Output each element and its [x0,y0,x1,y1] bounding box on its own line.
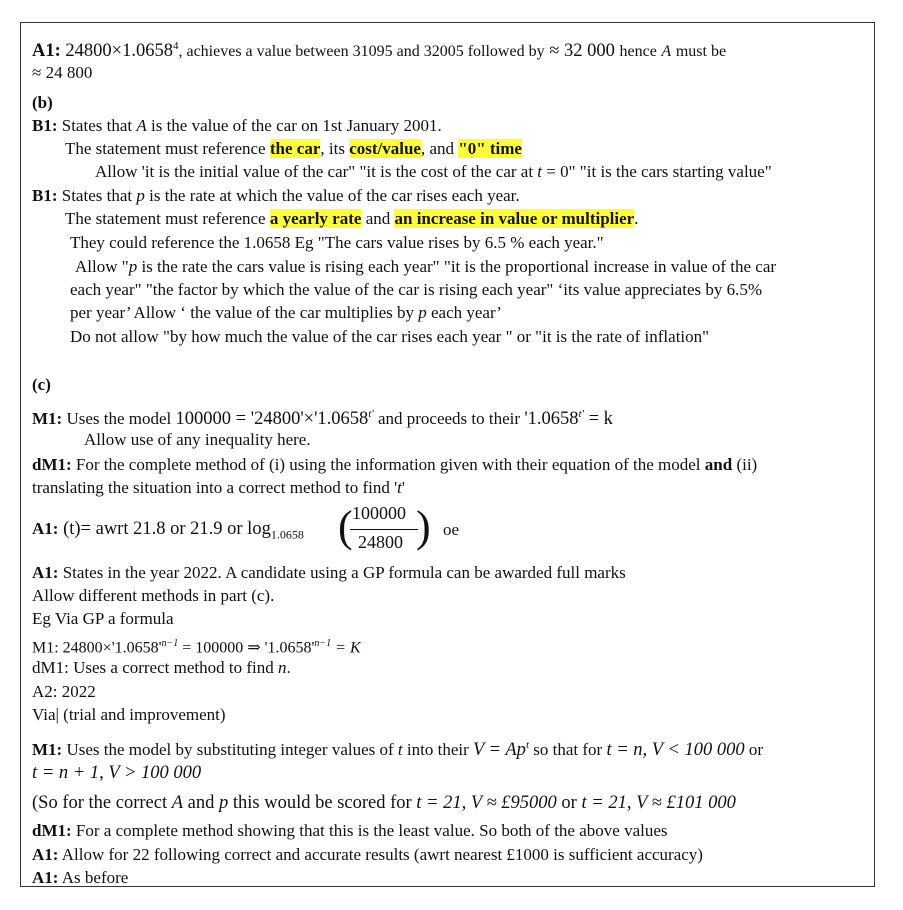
c-a1-answer: A1: (t)= awrt 21.8 or 21.9 or log1.0658 [32,519,304,542]
c-m1-model: M1: Uses the model 100000 = '24800'×'1.0… [32,408,613,430]
b-b1-states-p: B1: States that p is the rate at which t… [32,186,520,205]
c-trial-a1-before: A1: As before [32,868,129,887]
b-allow-1: Allow 'it is the initial value of the ca… [95,162,772,181]
c-dm1-line-1: dM1: For the complete method of (i) usin… [32,455,758,474]
a1-line-2: ≈ 24 800 [32,63,93,82]
fraction-numerator: 100000 [352,503,406,523]
highlight-cost-value: cost/value [349,139,421,158]
c-trial-a1: A1: Allow for 22 following correct and a… [32,845,703,864]
b-reference-1: The statement must reference the car, it… [65,139,522,158]
c-m1-allow: Allow use of any inequality here. [84,430,311,449]
highlight-the-car: the car [269,139,321,158]
c-gp-a2: A2: 2022 [32,682,96,701]
c-different-methods: Allow different methods in part (c). [32,586,275,605]
highlight-increase-multiplier: an increase in value or multiplier [394,209,635,228]
fraction-denominator: 24800 [358,532,403,552]
part-b-heading: (b) [32,93,53,112]
c-trial-m1-cond2: t = n + 1, V > 100 000 [32,763,202,783]
a1-line: A1: 24800×1.06584, achieves a value betw… [32,40,727,62]
b-could-reference: They could reference the 1.0658 Eg "The … [70,233,604,252]
c-so-for-correct: (So for the correct A and p this would b… [32,793,736,813]
b-reference-2: The statement must reference a yearly ra… [65,209,639,228]
part-c-heading: (c) [32,375,51,394]
c-trial-dm1: dM1: For a complete method showing that … [32,821,668,840]
a1-expression: 24800×1.06584 [65,40,179,62]
highlight-zero-time: "0" time [458,139,522,158]
b-allow-2-line-3: per year’ Allow ‘ the value of the car m… [70,303,502,322]
c-gp-heading: Eg Via GP a formula [32,609,174,628]
b-allow-2-line-1: Allow "p is the rate the cars value is r… [75,257,777,276]
c-trial-m1: M1: Uses the model by substituting integ… [32,739,764,761]
c-dm1-line-2: translating the situation into a correct… [32,478,405,497]
mark-label: A1: [32,41,61,62]
highlight-yearly-rate: a yearly rate [269,209,362,228]
c-a1-year: A1: States in the year 2022. A candidate… [32,563,626,582]
c-gp-m1: M1: 24800×'1.0658'n−1 = 100000 ⇒ '1.0658… [32,638,361,657]
log-fraction: ( 100000 24800 ) [338,502,431,552]
fraction-bar [350,529,418,530]
b-allow-2-line-2: each year" "the factor by which the valu… [70,280,763,299]
c-a1-oe: oe [443,520,460,539]
c-gp-dm1: dM1: Uses a correct method to find n. [32,658,291,677]
b-do-not-allow: Do not allow "by how much the value of t… [70,327,710,346]
c-via-trial: Via| (trial and improvement) [32,705,226,724]
b-b1-states-A: B1: States that A is the value of the ca… [32,116,442,135]
